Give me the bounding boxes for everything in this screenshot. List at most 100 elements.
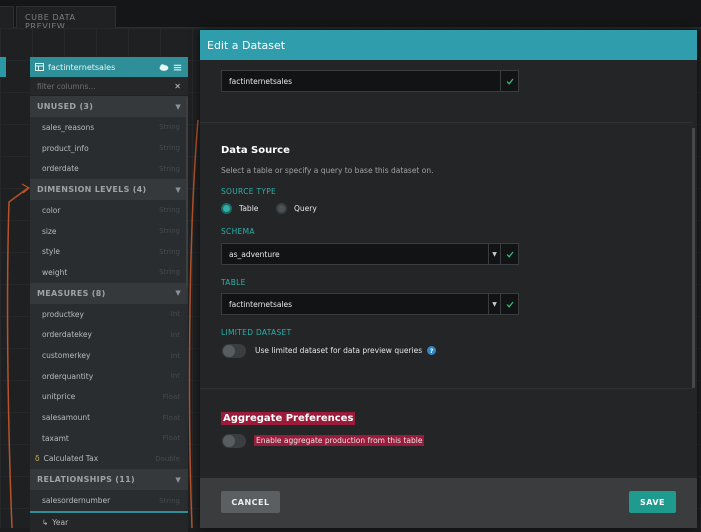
- cancel-button[interactable]: CANCEL: [221, 491, 280, 513]
- limited-dataset-text-row: Use limited dataset for data preview que…: [255, 346, 437, 355]
- column-name: salesordernumber: [42, 496, 111, 506]
- modal-scrollbar[interactable]: [692, 128, 695, 388]
- toggle-knob: [223, 345, 235, 357]
- radio-table-label: Table: [239, 204, 259, 213]
- aggregate-production-toggle[interactable]: [222, 434, 246, 448]
- radio-query[interactable]: Query: [276, 203, 317, 214]
- column-name: taxamt: [42, 433, 69, 443]
- measure-row[interactable]: customerkey Int: [30, 345, 188, 366]
- save-button[interactable]: SAVE: [629, 491, 676, 513]
- radio-unselected-icon: [276, 203, 287, 214]
- table-select[interactable]: factinternetsales ▼: [221, 293, 519, 315]
- radio-query-label: Query: [294, 204, 317, 213]
- dimension-level-row[interactable]: weight String: [30, 262, 188, 283]
- schema-label: SCHEMA: [221, 227, 255, 236]
- column-type: Int: [170, 330, 180, 339]
- section-unused[interactable]: UNUSED (3) ▼: [30, 96, 188, 117]
- radio-selected-icon: [221, 203, 232, 214]
- table-icon: [35, 63, 44, 71]
- aggregate-preferences-heading: Aggregate Preferences: [221, 412, 356, 425]
- column-name: Year: [52, 517, 69, 527]
- clear-filter-icon[interactable]: ✕: [174, 82, 181, 91]
- chevron-down-icon[interactable]: ▼: [175, 103, 181, 111]
- chevron-down-icon[interactable]: ▼: [175, 476, 181, 484]
- measure-row[interactable]: salesamount Float: [30, 407, 188, 428]
- tab-previous[interactable]: [0, 6, 14, 28]
- data-source-heading: Data Source: [221, 145, 290, 156]
- table-panel-title: factinternetsales: [48, 62, 116, 72]
- panel-scrollbar[interactable]: [186, 97, 188, 287]
- column-name: Calculated Tax: [43, 454, 99, 464]
- column-type: String: [159, 144, 180, 153]
- column-type: String: [159, 268, 180, 277]
- section-relationships-label: RELATIONSHIPS (11): [37, 475, 135, 485]
- column-name: productkey: [42, 309, 84, 319]
- column-type: Int: [170, 310, 180, 319]
- radio-table[interactable]: Table: [221, 203, 258, 214]
- measure-row[interactable]: unitprice Float: [30, 387, 188, 408]
- schema-select-value: as_adventure: [229, 249, 280, 259]
- filter-columns-input[interactable]: filter columns... ✕: [30, 77, 188, 96]
- table-panel-factinternetsales: factinternetsales filter columns... ✕ UN…: [30, 57, 188, 532]
- column-type: String: [159, 206, 180, 215]
- measure-row[interactable]: orderquantity Int: [30, 366, 188, 387]
- column-name: salesamount: [42, 413, 91, 423]
- check-icon: [500, 71, 518, 91]
- column-type: String: [159, 227, 180, 236]
- divider: [200, 388, 693, 389]
- unused-column-row[interactable]: sales_reasons String: [30, 117, 188, 138]
- chevron-down-icon[interactable]: ▼: [175, 186, 181, 194]
- menu-icon[interactable]: [172, 62, 183, 73]
- chevron-down-icon[interactable]: ▼: [175, 289, 181, 297]
- measure-row[interactable]: orderdatekey Int: [30, 325, 188, 346]
- column-name: customerkey: [42, 351, 91, 361]
- column-type: String: [159, 247, 180, 256]
- section-relationships[interactable]: RELATIONSHIPS (11) ▼: [30, 469, 188, 491]
- dimension-level-row[interactable]: style String: [30, 241, 188, 262]
- column-name: sales_reasons: [42, 122, 95, 132]
- column-type: Float: [162, 392, 180, 401]
- dropdown-caret-icon[interactable]: ▼: [488, 244, 500, 264]
- schema-select[interactable]: as_adventure ▼: [221, 243, 519, 265]
- limited-dataset-label: LIMITED DATASET: [221, 328, 292, 337]
- source-type-label: SOURCE TYPE: [221, 187, 277, 196]
- help-icon[interactable]: ?: [427, 346, 437, 355]
- section-dimension-levels-label: DIMENSION LEVELS (4): [37, 185, 147, 195]
- divider: [200, 122, 693, 123]
- column-type: Float: [162, 434, 180, 443]
- section-dimension-levels[interactable]: DIMENSION LEVELS (4) ▼: [30, 179, 188, 201]
- section-measures-label: MEASURES (8): [37, 288, 106, 298]
- cloud-icon[interactable]: [158, 62, 169, 73]
- dropdown-caret-icon[interactable]: ▼: [488, 294, 500, 314]
- section-measures[interactable]: MEASURES (8) ▼: [30, 282, 188, 304]
- section-unused-label: UNUSED (3): [37, 102, 94, 111]
- edit-dataset-modal: Edit a Dataset: [200, 30, 697, 528]
- modal-title: Edit a Dataset: [200, 30, 697, 60]
- toggle-knob: [223, 435, 235, 447]
- relationship-row[interactable]: ↳ Year: [30, 511, 188, 532]
- child-relationship-icon: ↳: [42, 517, 49, 527]
- top-tab-strip: CUBE DATA PREVIEW: [0, 0, 701, 31]
- unused-column-row[interactable]: product_info String: [30, 138, 188, 159]
- unused-column-row[interactable]: orderdate String: [30, 158, 188, 179]
- table-panel-header[interactable]: factinternetsales: [30, 57, 188, 77]
- calculated-column-icon: δ: [35, 454, 40, 464]
- dimension-level-row[interactable]: color String: [30, 200, 188, 221]
- relationship-row[interactable]: salesordernumber String: [30, 490, 188, 511]
- column-type: String: [159, 164, 180, 173]
- left-table-edge: [0, 57, 6, 77]
- table-select-value: factinternetsales: [229, 299, 293, 309]
- column-name: weight: [42, 267, 68, 277]
- column-type: String: [159, 496, 180, 505]
- measure-row[interactable]: taxamt Float: [30, 428, 188, 449]
- measure-row[interactable]: productkey Int: [30, 304, 188, 325]
- tab-cube-data-preview[interactable]: CUBE DATA PREVIEW: [16, 6, 116, 31]
- limited-dataset-toggle[interactable]: [222, 344, 246, 358]
- column-name: orderquantity: [42, 371, 94, 381]
- column-name: orderdate: [42, 164, 79, 174]
- column-name: size: [42, 226, 57, 236]
- dataset-name-input[interactable]: factinternetsales: [221, 70, 519, 92]
- dimension-level-row[interactable]: size String: [30, 221, 188, 242]
- measure-row[interactable]: δ Calculated Tax Double: [30, 449, 188, 470]
- aggregate-production-text: Enable aggregate production from this ta…: [254, 435, 425, 446]
